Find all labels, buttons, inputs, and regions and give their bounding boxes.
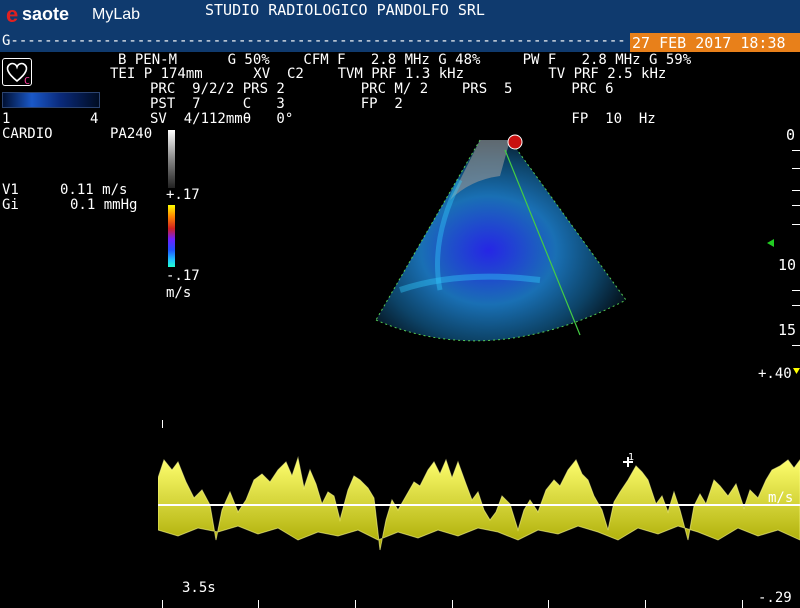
colorbar-top: +.17: [166, 187, 200, 203]
depth-10: 10: [778, 256, 797, 274]
param-row-3: PRC 9/2/2 PRS 2 PRC M/ 2 PRS 5 PRC 6: [150, 81, 614, 97]
doppler-unit: m/s: [768, 490, 794, 506]
focus-marker-icon: [767, 239, 774, 247]
logo-saote: saote: [22, 4, 70, 24]
studio-name: STUDIO RADIOLOGICO PANDOLFO SRL: [205, 1, 485, 19]
depth-tick: [792, 168, 800, 169]
time-tick: [645, 600, 646, 608]
param-row-2: TEI P 174mm XV C2 TVM PRF 1.3 kHz TV PRF…: [110, 66, 667, 82]
v1-value: 0.11 m/s: [60, 182, 128, 198]
depth-tick: [792, 224, 800, 225]
velocity-color-scale: [168, 205, 175, 267]
depth-tick: [792, 290, 800, 291]
preset-name: CARDIO: [2, 126, 53, 142]
map-scale-min: 1: [2, 111, 11, 127]
heart-c-label: C: [24, 76, 31, 87]
time-tick: [162, 420, 163, 428]
depth-15: 15: [778, 321, 797, 339]
cursor-label: 1: [628, 452, 635, 463]
colorbar-unit: m/s: [166, 285, 192, 301]
param-row-4: PST 7 C 3 FP 2: [150, 96, 403, 112]
depth-tick: [792, 190, 800, 191]
time-tick: [452, 600, 453, 608]
doppler-scale-bottom: -.29: [758, 590, 792, 606]
map-scale-max: 4: [90, 111, 99, 127]
date-time: 27 FEB 2017 18:38: [632, 34, 786, 52]
echo-sector-image[interactable]: [340, 120, 650, 360]
probe-name: PA240: [110, 126, 153, 142]
depth-0: 0: [786, 126, 796, 144]
depth-tick: [792, 305, 800, 306]
gain-line: G---------------------------------------…: [2, 33, 626, 49]
depth-tick: [792, 205, 800, 206]
sweep-time: 3.5s: [182, 580, 216, 596]
logo-e: e: [6, 2, 19, 27]
scale-marker-icon: [793, 368, 800, 374]
time-tick: [258, 600, 259, 608]
color-map-bar: [2, 92, 100, 108]
grey-scale-bar: [168, 130, 175, 188]
depth-tick: [792, 150, 800, 151]
depth-tick: [792, 345, 800, 346]
v1-label: V1: [2, 182, 19, 198]
logo-mylab: MyLab: [92, 6, 141, 23]
time-tick: [162, 600, 163, 608]
doppler-spectrum[interactable]: [158, 400, 800, 608]
gi-value: 0.1 mmHg: [70, 197, 138, 213]
colorbar-bottom: -.17: [166, 268, 200, 284]
time-tick: [548, 600, 549, 608]
gi-label: Gi: [2, 197, 19, 213]
doppler-scale-top: +.40: [758, 366, 792, 382]
time-tick: [742, 600, 743, 608]
time-tick: [355, 600, 356, 608]
